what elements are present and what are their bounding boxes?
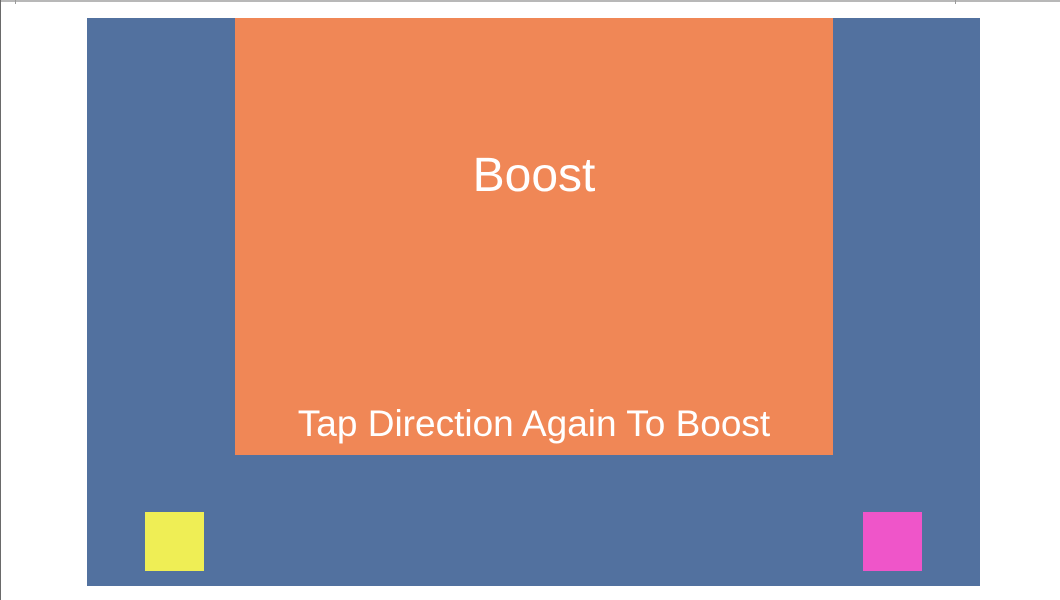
boost-hint: Tap Direction Again To Boost <box>297 403 771 444</box>
boost-title: Boost <box>472 149 596 202</box>
left-border <box>0 0 1 600</box>
boost-panel[interactable]: Boost Tap Direction Again To Boost <box>235 18 833 455</box>
top-tick-left <box>15 0 16 4</box>
top-tick-right <box>955 0 956 4</box>
player-pink-square <box>863 512 922 571</box>
game-canvas[interactable]: Boost Tap Direction Again To Boost <box>87 18 980 586</box>
page: Boost Tap Direction Again To Boost <box>0 0 1060 600</box>
player-yellow-square <box>145 512 204 571</box>
top-border <box>0 0 1060 2</box>
